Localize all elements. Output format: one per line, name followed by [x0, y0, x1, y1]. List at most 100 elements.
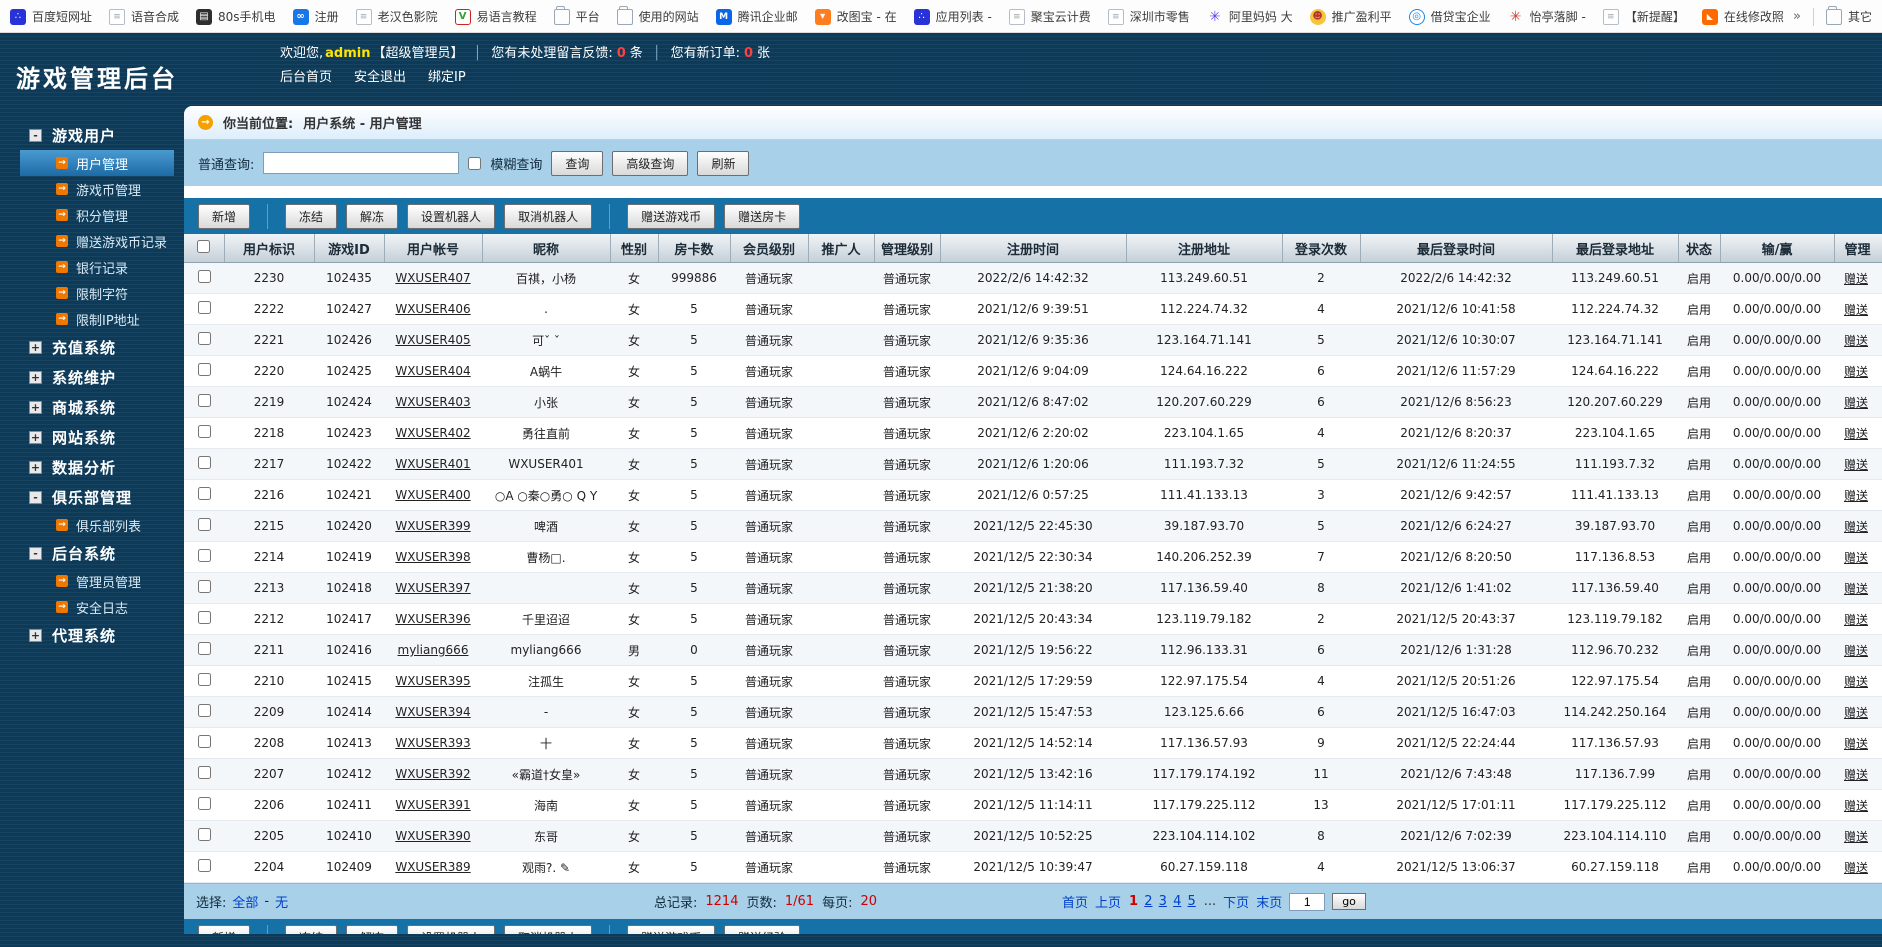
expand-toggle-icon[interactable]: -: [29, 546, 42, 560]
cell-account-link[interactable]: WXUSER396: [384, 603, 482, 635]
bookmark-item[interactable]: 老汉色影院: [355, 8, 438, 25]
bookmark-item[interactable]: 腾讯企业邮: [715, 8, 798, 25]
cell-manage-link[interactable]: 赠送: [1834, 696, 1882, 728]
bookmark-item[interactable]: 易语言教程: [454, 8, 537, 25]
goto-page-button[interactable]: go: [1332, 893, 1366, 910]
sidebar-group-header[interactable]: + 充值系统: [20, 332, 174, 362]
select-all-checkbox[interactable]: [197, 239, 211, 253]
search-button[interactable]: 查询: [551, 150, 604, 176]
toolbar-button[interactable]: 设置机器人: [407, 203, 496, 229]
expand-toggle-icon[interactable]: -: [29, 128, 42, 142]
bookmark-item[interactable]: 推广盈利平: [1309, 8, 1392, 25]
row-checkbox[interactable]: [197, 735, 211, 748]
expand-toggle-icon[interactable]: +: [29, 340, 42, 354]
row-checkbox[interactable]: [197, 487, 211, 500]
refresh-button[interactable]: 刷新: [697, 150, 750, 176]
row-checkbox[interactable]: [197, 859, 211, 872]
sidebar-item[interactable]: 银行记录: [20, 254, 174, 280]
toolbar-button[interactable]: 冻结: [285, 203, 338, 229]
row-checkbox[interactable]: [197, 580, 211, 593]
cell-account-link[interactable]: WXUSER392: [384, 758, 482, 790]
expand-toggle-icon[interactable]: +: [29, 370, 42, 384]
bookmark-item[interactable]: 聚宝云计费: [1008, 8, 1091, 25]
row-checkbox[interactable]: [197, 766, 211, 779]
sidebar-group-header[interactable]: + 网站系统: [20, 422, 174, 452]
expand-toggle-icon[interactable]: -: [29, 490, 42, 504]
bookmark-item[interactable]: 【新提醒】: [1602, 8, 1685, 25]
row-checkbox[interactable]: [197, 704, 211, 717]
bookmarks-overflow-chevron-icon[interactable]: »: [1793, 9, 1801, 24]
row-checkbox[interactable]: [197, 611, 211, 624]
toolbar-button[interactable]: 解冻: [346, 924, 399, 934]
sidebar-item[interactable]: 游戏币管理: [20, 176, 174, 202]
bookmark-item[interactable]: 百度短网址: [10, 8, 92, 25]
bookmark-item[interactable]: 借贷宝企业: [1408, 8, 1491, 25]
cell-manage-link[interactable]: 赠送: [1834, 417, 1882, 449]
cell-account-link[interactable]: WXUSER389: [384, 851, 482, 883]
cell-account-link[interactable]: myliang666: [384, 634, 482, 666]
cell-account-link[interactable]: WXUSER394: [384, 696, 482, 728]
sidebar-group-header[interactable]: + 代理系统: [20, 620, 174, 650]
cell-manage-link[interactable]: 赠送: [1834, 293, 1882, 325]
bookmark-item[interactable]: 改图宝 - 在: [814, 8, 897, 25]
bookmark-item[interactable]: 阿里妈妈 大: [1207, 8, 1293, 25]
toolbar-button[interactable]: 赠送游戏币: [627, 924, 716, 934]
toolbar-button[interactable]: 赠送经验: [724, 924, 801, 934]
sidebar-item[interactable]: 积分管理: [20, 202, 174, 228]
toolbar-button[interactable]: 解冻: [346, 203, 399, 229]
cell-account-link[interactable]: WXUSER395: [384, 665, 482, 697]
cell-manage-link[interactable]: 赠送: [1834, 262, 1882, 294]
cell-account-link[interactable]: WXUSER393: [384, 727, 482, 759]
sidebar-item[interactable]: 限制字符: [20, 280, 174, 306]
bookmark-item[interactable]: 怡亭落脚 -: [1508, 8, 1586, 25]
cell-manage-link[interactable]: 赠送: [1834, 665, 1882, 697]
header-nav-link[interactable]: 后台首页: [280, 66, 332, 90]
toolbar-button[interactable]: 冻结: [285, 924, 338, 934]
query-input[interactable]: [263, 152, 460, 174]
sidebar-item[interactable]: 用户管理: [20, 150, 174, 176]
row-checkbox[interactable]: [197, 673, 211, 686]
sidebar-group-header[interactable]: + 系统维护: [20, 362, 174, 392]
row-checkbox[interactable]: [197, 828, 211, 841]
row-checkbox[interactable]: [197, 332, 211, 345]
sidebar-item[interactable]: 赠送游戏币记录: [20, 228, 174, 254]
sidebar-group-header[interactable]: - 游戏用户: [20, 120, 174, 150]
sidebar-item[interactable]: 限制IP地址: [20, 306, 174, 332]
row-checkbox[interactable]: [197, 456, 211, 469]
sidebar-group-header[interactable]: - 俱乐部管理: [20, 482, 174, 512]
sidebar-item[interactable]: 俱乐部列表: [20, 512, 174, 538]
page-number-link[interactable]: 2: [1144, 894, 1152, 909]
bookmark-other-folder[interactable]: 其它: [1825, 5, 1872, 25]
cell-account-link[interactable]: WXUSER399: [384, 510, 482, 542]
bookmark-item[interactable]: 使用的网站: [616, 5, 699, 25]
bookmark-item[interactable]: 语音合成: [109, 8, 179, 25]
cell-manage-link[interactable]: 赠送: [1834, 324, 1882, 356]
bookmark-item[interactable]: 平台: [553, 5, 600, 25]
advanced-search-button[interactable]: 高级查询: [612, 150, 689, 176]
expand-toggle-icon[interactable]: +: [29, 400, 42, 414]
sidebar-item[interactable]: 安全日志: [20, 594, 174, 620]
select-all-link[interactable]: 全部: [232, 892, 258, 911]
toolbar-button[interactable]: 新增: [198, 203, 251, 229]
row-checkbox[interactable]: [197, 518, 211, 531]
sidebar-group-header[interactable]: + 商城系统: [20, 392, 174, 422]
bookmark-item[interactable]: 注册: [292, 8, 339, 25]
cell-account-link[interactable]: WXUSER404: [384, 355, 482, 387]
cell-manage-link[interactable]: 赠送: [1834, 727, 1882, 759]
header-nav-link[interactable]: 安全退出: [354, 66, 406, 90]
cell-account-link[interactable]: WXUSER402: [384, 417, 482, 449]
cell-account-link[interactable]: WXUSER407: [384, 262, 482, 294]
bookmark-item[interactable]: 深圳市零售: [1107, 8, 1190, 25]
page-number-link[interactable]: 4: [1173, 894, 1181, 909]
row-checkbox[interactable]: [197, 425, 211, 438]
cell-manage-link[interactable]: 赠送: [1834, 820, 1882, 852]
expand-toggle-icon[interactable]: +: [29, 460, 42, 474]
toolbar-button[interactable]: 取消机器人: [504, 924, 593, 934]
cell-manage-link[interactable]: 赠送: [1834, 386, 1882, 418]
cell-manage-link[interactable]: 赠送: [1834, 603, 1882, 635]
page-number-link[interactable]: 1: [1129, 894, 1138, 909]
toolbar-button[interactable]: 设置机器人: [407, 924, 496, 934]
row-checkbox[interactable]: [197, 363, 211, 376]
page-number-link[interactable]: 3: [1159, 894, 1167, 909]
cell-account-link[interactable]: WXUSER405: [384, 324, 482, 356]
